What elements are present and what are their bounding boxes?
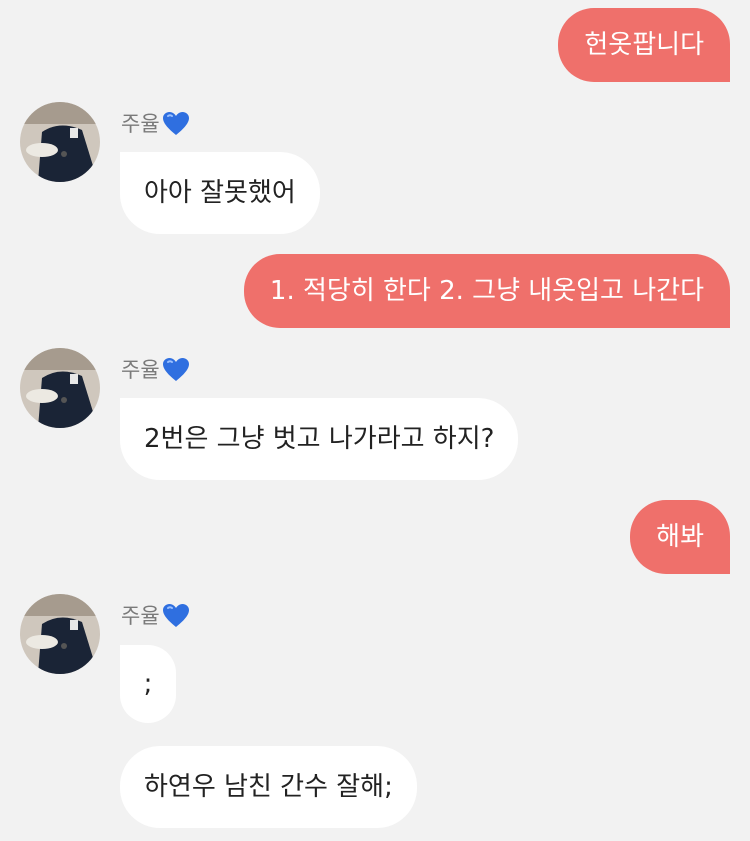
message-bubble-incoming[interactable]: ; bbox=[120, 645, 176, 723]
message-text: 2번은 그냥 벗고 나가라고 하지? bbox=[144, 424, 495, 454]
blue-heart-icon bbox=[162, 112, 189, 135]
contact-avatar[interactable] bbox=[20, 348, 100, 428]
message-text: 1. 적당히 한다 2. 그냥 내옷입고 나간다 bbox=[269, 276, 704, 306]
avatar-photo bbox=[20, 594, 100, 674]
avatar-photo bbox=[20, 348, 100, 428]
contact-avatar[interactable] bbox=[20, 594, 100, 674]
blue-heart-icon bbox=[162, 358, 189, 381]
avatar-photo bbox=[20, 102, 100, 182]
message-text: 헌옷팝니다 bbox=[584, 30, 704, 60]
message-text: 아아 잘못했어 bbox=[144, 178, 296, 208]
sender-name-text: 주율 bbox=[121, 603, 160, 628]
message-text: 하연우 남친 간수 잘해; bbox=[144, 772, 393, 802]
sender-name: 주율 bbox=[121, 603, 190, 629]
sender-name-text: 주율 bbox=[121, 111, 160, 136]
sender-name: 주율 bbox=[121, 357, 190, 383]
message-bubble-incoming[interactable]: 2번은 그냥 벗고 나가라고 하지? bbox=[120, 398, 519, 480]
message-bubble-outgoing[interactable]: 1. 적당히 한다 2. 그냥 내옷입고 나간다 bbox=[243, 254, 730, 328]
sender-name: 주율 bbox=[121, 111, 190, 137]
sender-name-text: 주율 bbox=[121, 357, 160, 382]
message-bubble-outgoing[interactable]: 해봐 bbox=[630, 500, 730, 574]
message-text: ; bbox=[143, 669, 153, 699]
message-bubble-outgoing[interactable]: 헌옷팝니다 bbox=[558, 8, 730, 82]
blue-heart-icon bbox=[162, 604, 189, 627]
contact-avatar[interactable] bbox=[20, 102, 100, 182]
message-bubble-incoming[interactable]: 아아 잘못했어 bbox=[120, 152, 320, 234]
message-bubble-incoming[interactable]: 하연우 남친 간수 잘해; bbox=[120, 746, 417, 828]
message-text: 해봐 bbox=[656, 522, 704, 552]
